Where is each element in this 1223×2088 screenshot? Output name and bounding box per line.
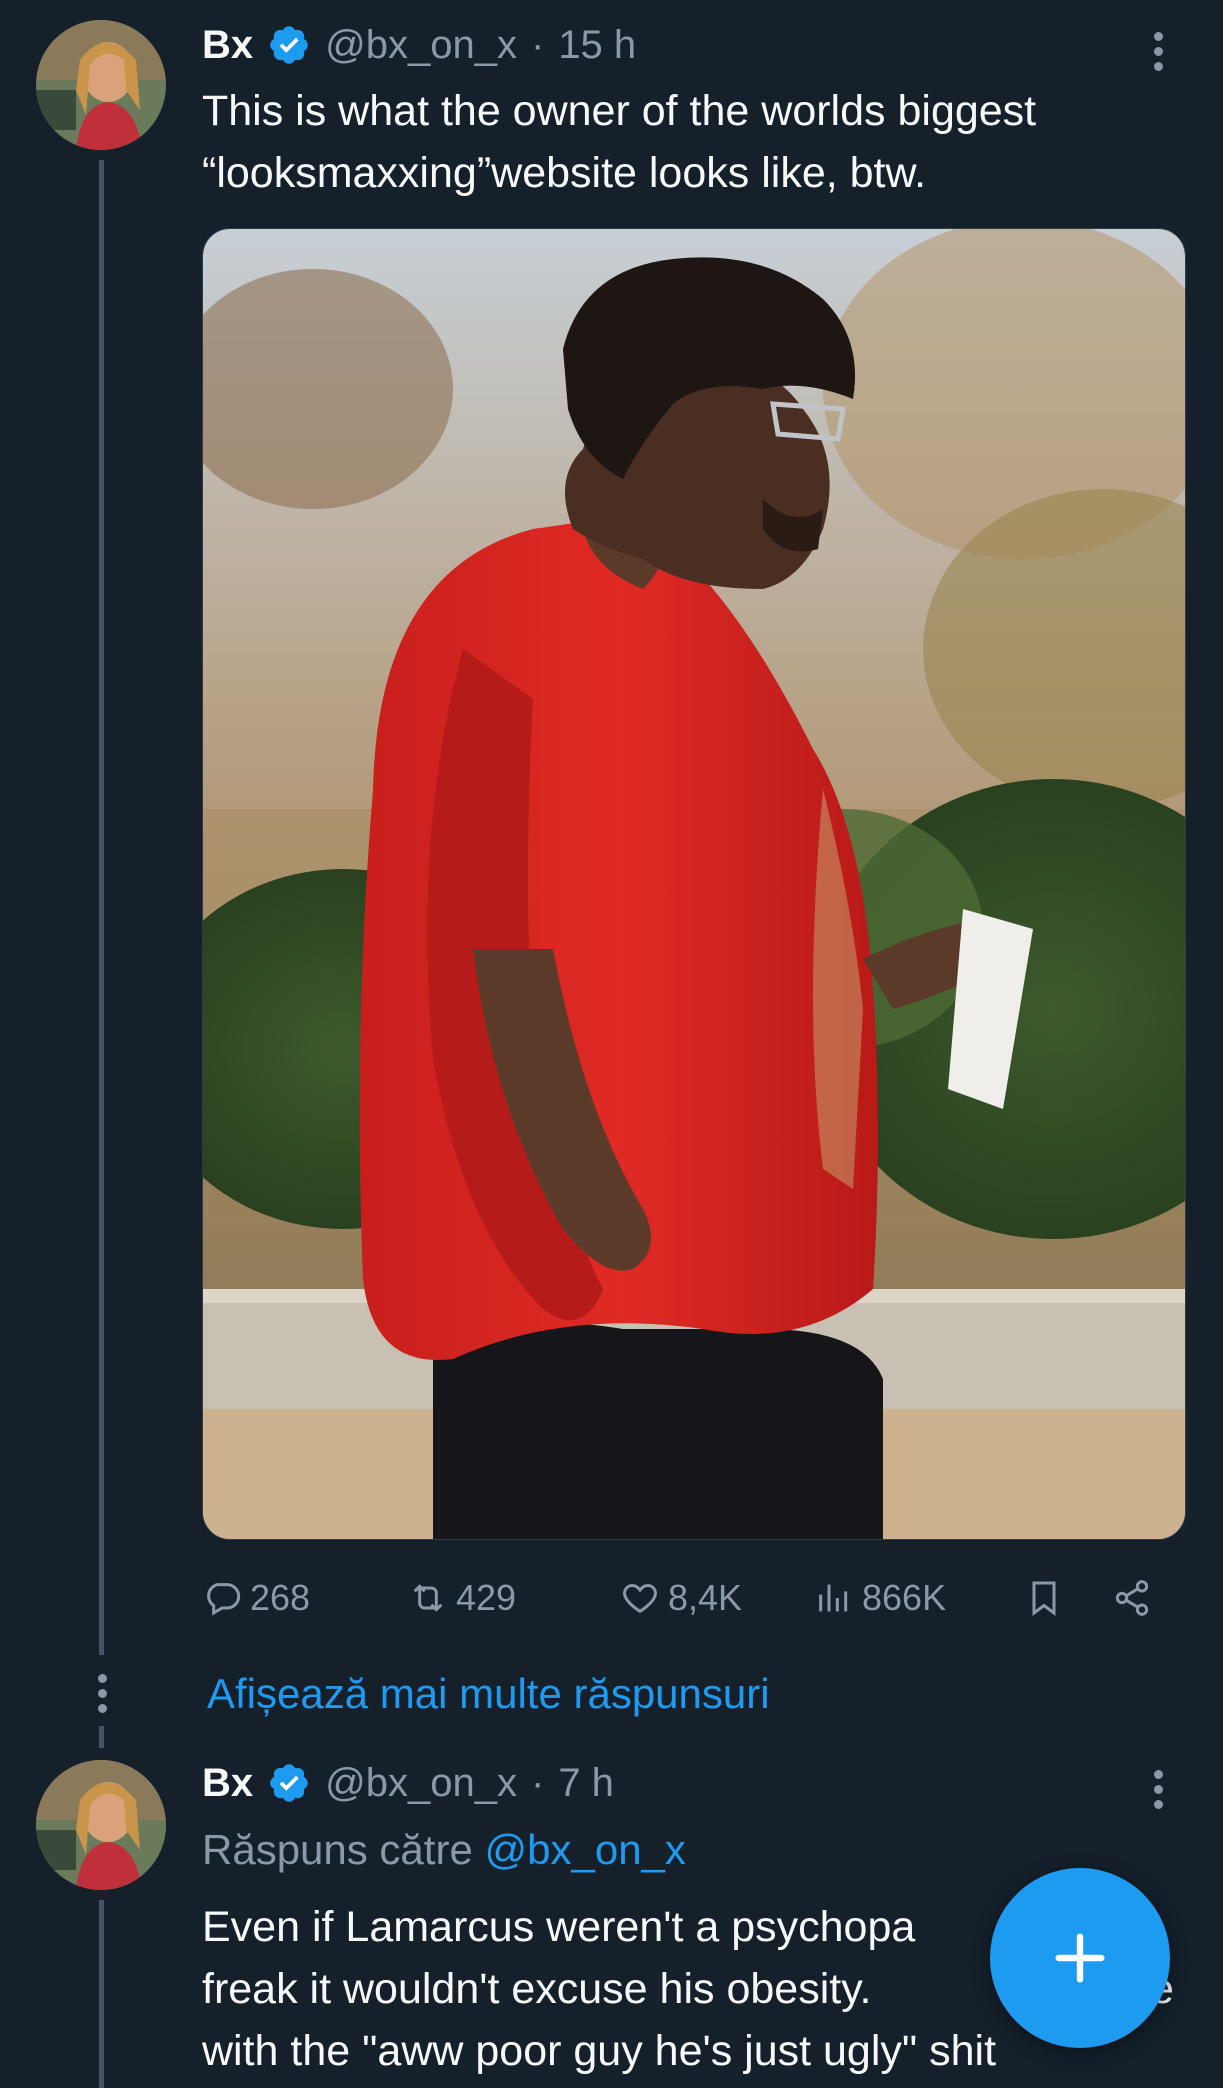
- show-more-replies-link[interactable]: Afișează mai multe răspunsuri: [207, 1670, 770, 1718]
- author-handle[interactable]: @bx_on_x: [325, 1761, 517, 1806]
- like-button[interactable]: 8,4K: [620, 1577, 742, 1619]
- views-button[interactable]: 866K: [814, 1577, 946, 1619]
- reply-to-label: Răspuns către: [202, 1826, 473, 1873]
- tweet-text-line: This is what the owner of the worlds big…: [202, 87, 1037, 135]
- tweet-text-line: “looksmaxxing”website looks like, btw.: [202, 149, 927, 197]
- reply-to-handle[interactable]: @bx_on_x: [484, 1826, 685, 1873]
- author-avatar[interactable]: [36, 1760, 166, 1890]
- tweet-time[interactable]: 15 h: [558, 23, 636, 68]
- like-count: 8,4K: [668, 1577, 743, 1618]
- separator-dot: ·: [530, 22, 545, 67]
- separator-dot: ·: [530, 1760, 545, 1805]
- reply-icon: [207, 1583, 241, 1616]
- tweet-header: Bx @bx_on_x · 7 h: [202, 1758, 614, 1808]
- tweet-photo[interactable]: [202, 228, 1186, 1540]
- verified-badge-icon: [267, 1761, 311, 1805]
- reply-count: 268: [250, 1577, 311, 1618]
- views-count: 866K: [862, 1577, 947, 1618]
- like-icon: [623, 1583, 657, 1614]
- bookmark-icon: [1032, 1581, 1056, 1616]
- compose-button[interactable]: [990, 1868, 1170, 2048]
- tweet-header: Bx @bx_on_x · 15 h: [202, 20, 636, 70]
- bookmark-button[interactable]: [1024, 1578, 1064, 1618]
- repost-icon: [413, 1584, 443, 1612]
- repost-button[interactable]: 429: [408, 1577, 516, 1619]
- share-icon: [1115, 1580, 1149, 1616]
- tweet-actions: 268 429 8,4K 866K: [202, 1572, 1184, 1624]
- verified-badge-icon: [267, 23, 311, 67]
- thread-line: [99, 1900, 104, 2088]
- more-vertical-icon[interactable]: [1148, 26, 1168, 77]
- views-icon: [819, 1584, 848, 1612]
- tweet-time[interactable]: 7 h: [558, 1761, 614, 1806]
- repost-count: 429: [456, 1577, 517, 1618]
- thread-dots: [92, 1668, 112, 1719]
- reply-context: Răspuns către @bx_on_x: [202, 1826, 686, 1874]
- thread-line: [99, 1726, 104, 1748]
- author-name[interactable]: Bx: [202, 1761, 253, 1806]
- plus-icon: [1055, 1933, 1105, 1983]
- reply-button[interactable]: 268: [202, 1577, 310, 1619]
- author-handle[interactable]: @bx_on_x: [325, 23, 517, 68]
- tweet-text-segment: freak it wouldn't excuse his obesity.: [202, 1965, 872, 2013]
- share-button[interactable]: [1112, 1578, 1152, 1618]
- author-avatar[interactable]: [36, 20, 166, 150]
- more-vertical-icon[interactable]: [1148, 1764, 1168, 1815]
- thread-line: [99, 160, 104, 1655]
- author-name[interactable]: Bx: [202, 23, 253, 68]
- tweet-text: This is what the owner of the worlds big…: [202, 80, 1202, 204]
